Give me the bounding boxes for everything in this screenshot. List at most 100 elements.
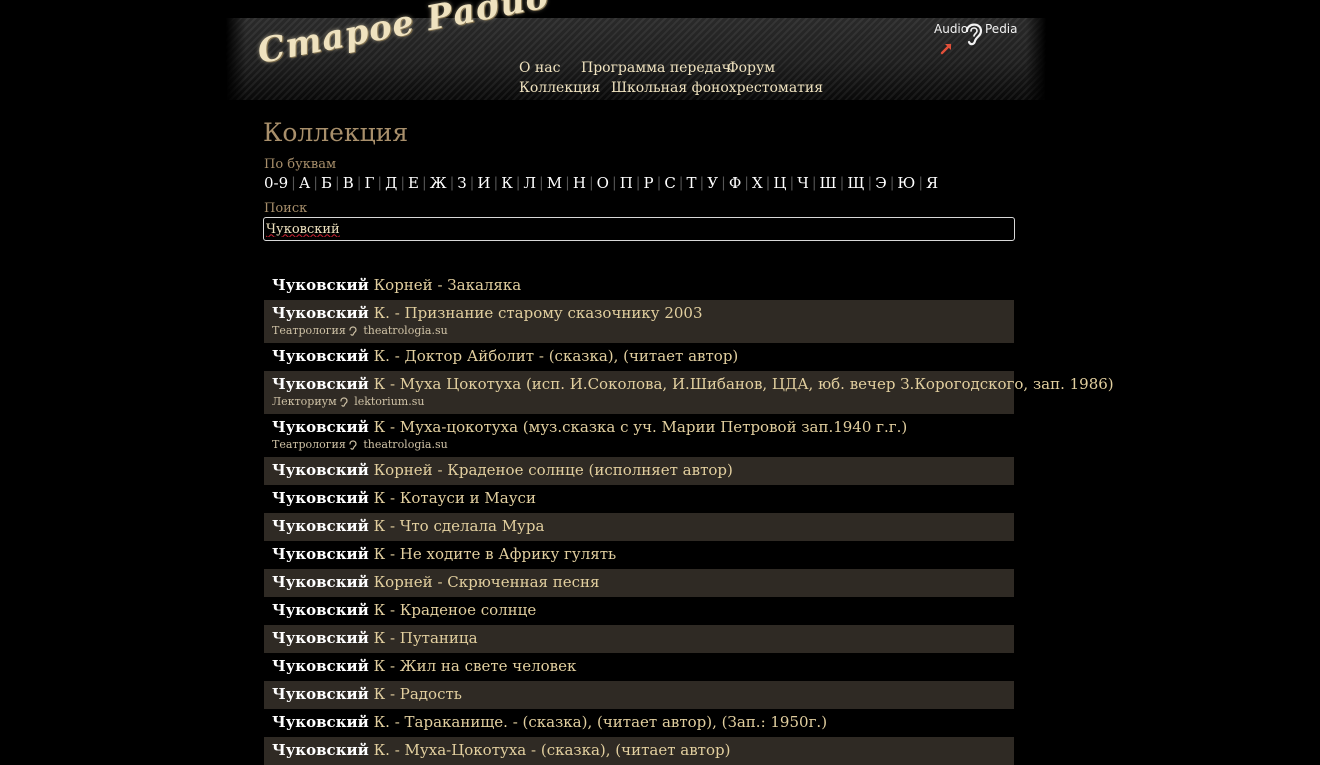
result-title[interactable]: К. - Признание старому сказочнику 2003 — [374, 304, 703, 322]
result-main-line: Чуковский К. - Доктор Айболит - (сказка)… — [272, 347, 1006, 366]
result-title[interactable]: К - Радость — [374, 685, 462, 703]
result-author: Чуковский — [272, 418, 369, 436]
letter-link[interactable]: К — [498, 174, 516, 192]
audiopedia-link[interactable]: Audio Pedia — [934, 20, 1018, 60]
letter-link[interactable]: Е — [405, 174, 422, 192]
result-row[interactable]: Чуковский Корней - Краденое солнце (испо… — [264, 457, 1014, 485]
result-title[interactable]: К - Краденое солнце — [374, 601, 537, 619]
letter-link[interactable]: Т — [684, 174, 700, 192]
result-author: Чуковский — [272, 489, 369, 507]
letter-link[interactable]: 0-9 — [264, 174, 291, 192]
result-title[interactable]: К. - Тараканище. - (сказка), (читает авт… — [374, 713, 827, 731]
nav-forum[interactable]: Форум — [727, 60, 775, 76]
nav-about[interactable]: О нас — [519, 60, 560, 76]
result-main-line: Чуковский Корней - Скрюченная песня — [272, 573, 1006, 592]
letter-link[interactable]: Э — [872, 174, 889, 192]
result-main-line: Чуковский К - Не ходите в Африку гулять — [272, 545, 1006, 564]
result-row[interactable]: Чуковский К - Радость — [264, 681, 1014, 709]
letter-link[interactable]: П — [617, 174, 636, 192]
result-row[interactable]: Чуковский К. - Признание старому сказочн… — [264, 300, 1014, 343]
letter-link[interactable]: Ф — [726, 174, 744, 192]
source-site-link[interactable]: theatrologia.su — [363, 438, 447, 451]
letter-link[interactable]: У — [704, 174, 721, 192]
nav-program-link[interactable]: Программа передач — [581, 60, 731, 76]
letter-link[interactable]: Я — [923, 174, 941, 192]
result-row[interactable]: Чуковский Корней - Закаляка — [264, 272, 1014, 300]
letter-link[interactable]: А — [296, 174, 313, 192]
result-row[interactable]: Чуковский К. - Тараканище. - (сказка), (… — [264, 709, 1014, 737]
result-title[interactable]: К - Котауси и Мауси — [374, 489, 536, 507]
letter-link[interactable]: Ш — [817, 174, 840, 192]
nav-school[interactable]: Школьная фонохрестоматия — [611, 80, 823, 96]
result-main-line: Чуковский К. - Тараканище. - (сказка), (… — [272, 713, 1006, 732]
result-author: Чуковский — [272, 601, 369, 619]
letter-link[interactable]: Р — [641, 174, 657, 192]
letter-link[interactable]: Д — [382, 174, 400, 192]
result-row[interactable]: Чуковский К. - Доктор Айболит - (сказка)… — [264, 343, 1014, 371]
result-author: Чуковский — [272, 545, 369, 563]
result-title[interactable]: Корней - Закаляка — [374, 276, 522, 294]
results-list: Чуковский Корней - Закаляка Чуковский К. … — [264, 272, 1114, 765]
letter-link[interactable]: О — [594, 174, 612, 192]
audiopedia-label-right: Pedia — [985, 22, 1018, 36]
result-title[interactable]: К - Муха-цокотуха (муз.сказка с уч. Мари… — [374, 418, 908, 436]
source-site-link[interactable]: theatrologia.su — [363, 324, 447, 337]
external-arrow-icon — [940, 43, 952, 55]
result-title[interactable]: К - Муха Цокотуха (исп. И.Соколова, И.Ши… — [374, 375, 1114, 393]
result-row[interactable]: Чуковский К - Муха Цокотуха (исп. И.Соко… — [264, 371, 1114, 414]
result-title[interactable]: К. - Доктор Айболит - (сказка), (читает … — [374, 347, 739, 365]
letter-link[interactable]: Ц — [770, 174, 789, 192]
letter-link[interactable]: И — [474, 174, 493, 192]
result-row[interactable]: Чуковский К - Жил на свете человек — [264, 653, 1014, 681]
result-row[interactable]: Чуковский К - Муха-цокотуха (муз.сказка … — [264, 414, 1014, 457]
letter-link[interactable]: М — [544, 174, 565, 192]
nav-program[interactable]: Программа передач — [581, 60, 731, 76]
letter-link[interactable]: Ж — [427, 174, 450, 192]
result-title[interactable]: Корней - Краденое солнце (исполняет авто… — [374, 461, 733, 479]
letter-link[interactable]: Ю — [894, 174, 918, 192]
source-name: Театрология — [272, 438, 346, 451]
result-title[interactable]: Корней - Скрюченная песня — [374, 573, 600, 591]
result-row[interactable]: Чуковский К. - Муха-Цокотуха - (сказка),… — [264, 737, 1014, 765]
nav-school-link[interactable]: Школьная фонохрестоматия — [611, 80, 823, 96]
result-main-line: Чуковский К. - Признание старому сказочн… — [272, 304, 1006, 323]
result-author: Чуковский — [272, 741, 369, 759]
result-title[interactable]: К - Что сделала Мура — [374, 517, 545, 535]
result-author: Чуковский — [272, 375, 369, 393]
source-name: Лекториум — [272, 395, 337, 408]
nav-about-link[interactable]: О нас — [519, 60, 560, 76]
result-author: Чуковский — [272, 461, 369, 479]
result-row[interactable]: Чуковский К - Что сделала Мура — [264, 513, 1014, 541]
source-site-link[interactable]: lektorium.su — [354, 395, 424, 408]
letter-link[interactable]: Б — [318, 174, 335, 192]
result-row[interactable]: Чуковский Корней - Скрюченная песня — [264, 569, 1014, 597]
nav-collection-link[interactable]: Коллекция — [519, 80, 600, 96]
ear-icon — [965, 23, 983, 46]
search-input[interactable] — [263, 217, 1015, 241]
nav-collection[interactable]: Коллекция — [519, 80, 600, 96]
letter-link[interactable]: Ч — [794, 174, 812, 192]
letter-link[interactable]: Г — [361, 174, 377, 192]
letter-link[interactable]: Х — [749, 174, 766, 192]
audiopedia-ear-icon — [339, 396, 349, 407]
letter-link[interactable]: Л — [521, 174, 540, 192]
letter-link[interactable]: Щ — [844, 174, 867, 192]
by-letters-label: По буквам — [264, 157, 337, 172]
result-row[interactable]: Чуковский К - Краденое солнце — [264, 597, 1014, 625]
result-title[interactable]: К - Не ходите в Африку гулять — [374, 545, 617, 563]
result-row[interactable]: Чуковский К - Котауси и Мауси — [264, 485, 1014, 513]
result-title[interactable]: К. - Муха-Цокотуха - (сказка), (читает а… — [374, 741, 731, 759]
letter-link[interactable]: В — [340, 174, 357, 192]
letter-link[interactable]: С — [661, 174, 678, 192]
letter-link[interactable]: З — [454, 174, 469, 192]
result-author: Чуковский — [272, 517, 369, 535]
letter-link[interactable]: Н — [570, 174, 589, 192]
result-main-line: Чуковский К - Жил на свете человек — [272, 657, 1006, 676]
result-title[interactable]: К - Путаница — [374, 629, 478, 647]
result-main-line: Чуковский К - Путаница — [272, 629, 1006, 648]
result-row[interactable]: Чуковский К - Не ходите в Африку гулять — [264, 541, 1014, 569]
nav-forum-link[interactable]: Форум — [727, 60, 775, 76]
result-title[interactable]: К - Жил на свете человек — [374, 657, 577, 675]
result-author: Чуковский — [272, 347, 369, 365]
result-row[interactable]: Чуковский К - Путаница — [264, 625, 1014, 653]
